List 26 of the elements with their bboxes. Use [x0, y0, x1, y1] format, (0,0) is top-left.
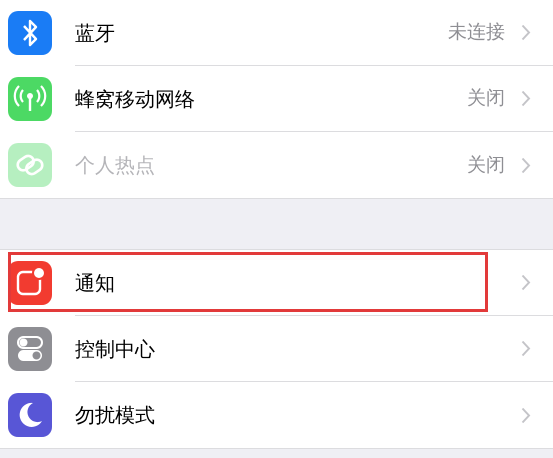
settings-row[interactable]: 蓝牙 未连接 — [0, 0, 553, 66]
notification-icon — [8, 261, 52, 305]
setting-label: 通知 — [75, 270, 116, 296]
setting-label: 个人热点 — [75, 152, 156, 179]
setting-label: 蜂窝移动网络 — [75, 86, 196, 112]
antenna-icon — [8, 77, 52, 121]
setting-value: 关闭 — [467, 86, 505, 112]
chevron-icon — [521, 24, 531, 41]
settings-row[interactable]: 通知 — [0, 250, 553, 316]
settings-row[interactable]: 蜂窝移动网络 关闭 — [0, 66, 553, 132]
chevron-icon — [521, 406, 531, 424]
chevron-icon — [521, 90, 531, 107]
bluetooth-icon — [8, 11, 52, 55]
settings-row[interactable]: 控制中心 — [0, 316, 553, 382]
toggles-icon — [8, 327, 52, 371]
chevron-icon — [521, 340, 531, 357]
setting-label: 控制中心 — [75, 336, 156, 362]
setting-value: 关闭 — [467, 152, 505, 178]
settings-row[interactable]: 勿扰模式 — [0, 382, 553, 448]
chain-link-icon — [8, 143, 52, 187]
chevron-icon — [521, 274, 531, 291]
moon-icon — [8, 393, 52, 437]
setting-label: 勿扰模式 — [75, 402, 156, 429]
chevron-icon — [521, 156, 531, 174]
setting-value: 未连接 — [448, 20, 505, 46]
setting-label: 蓝牙 — [75, 20, 116, 46]
